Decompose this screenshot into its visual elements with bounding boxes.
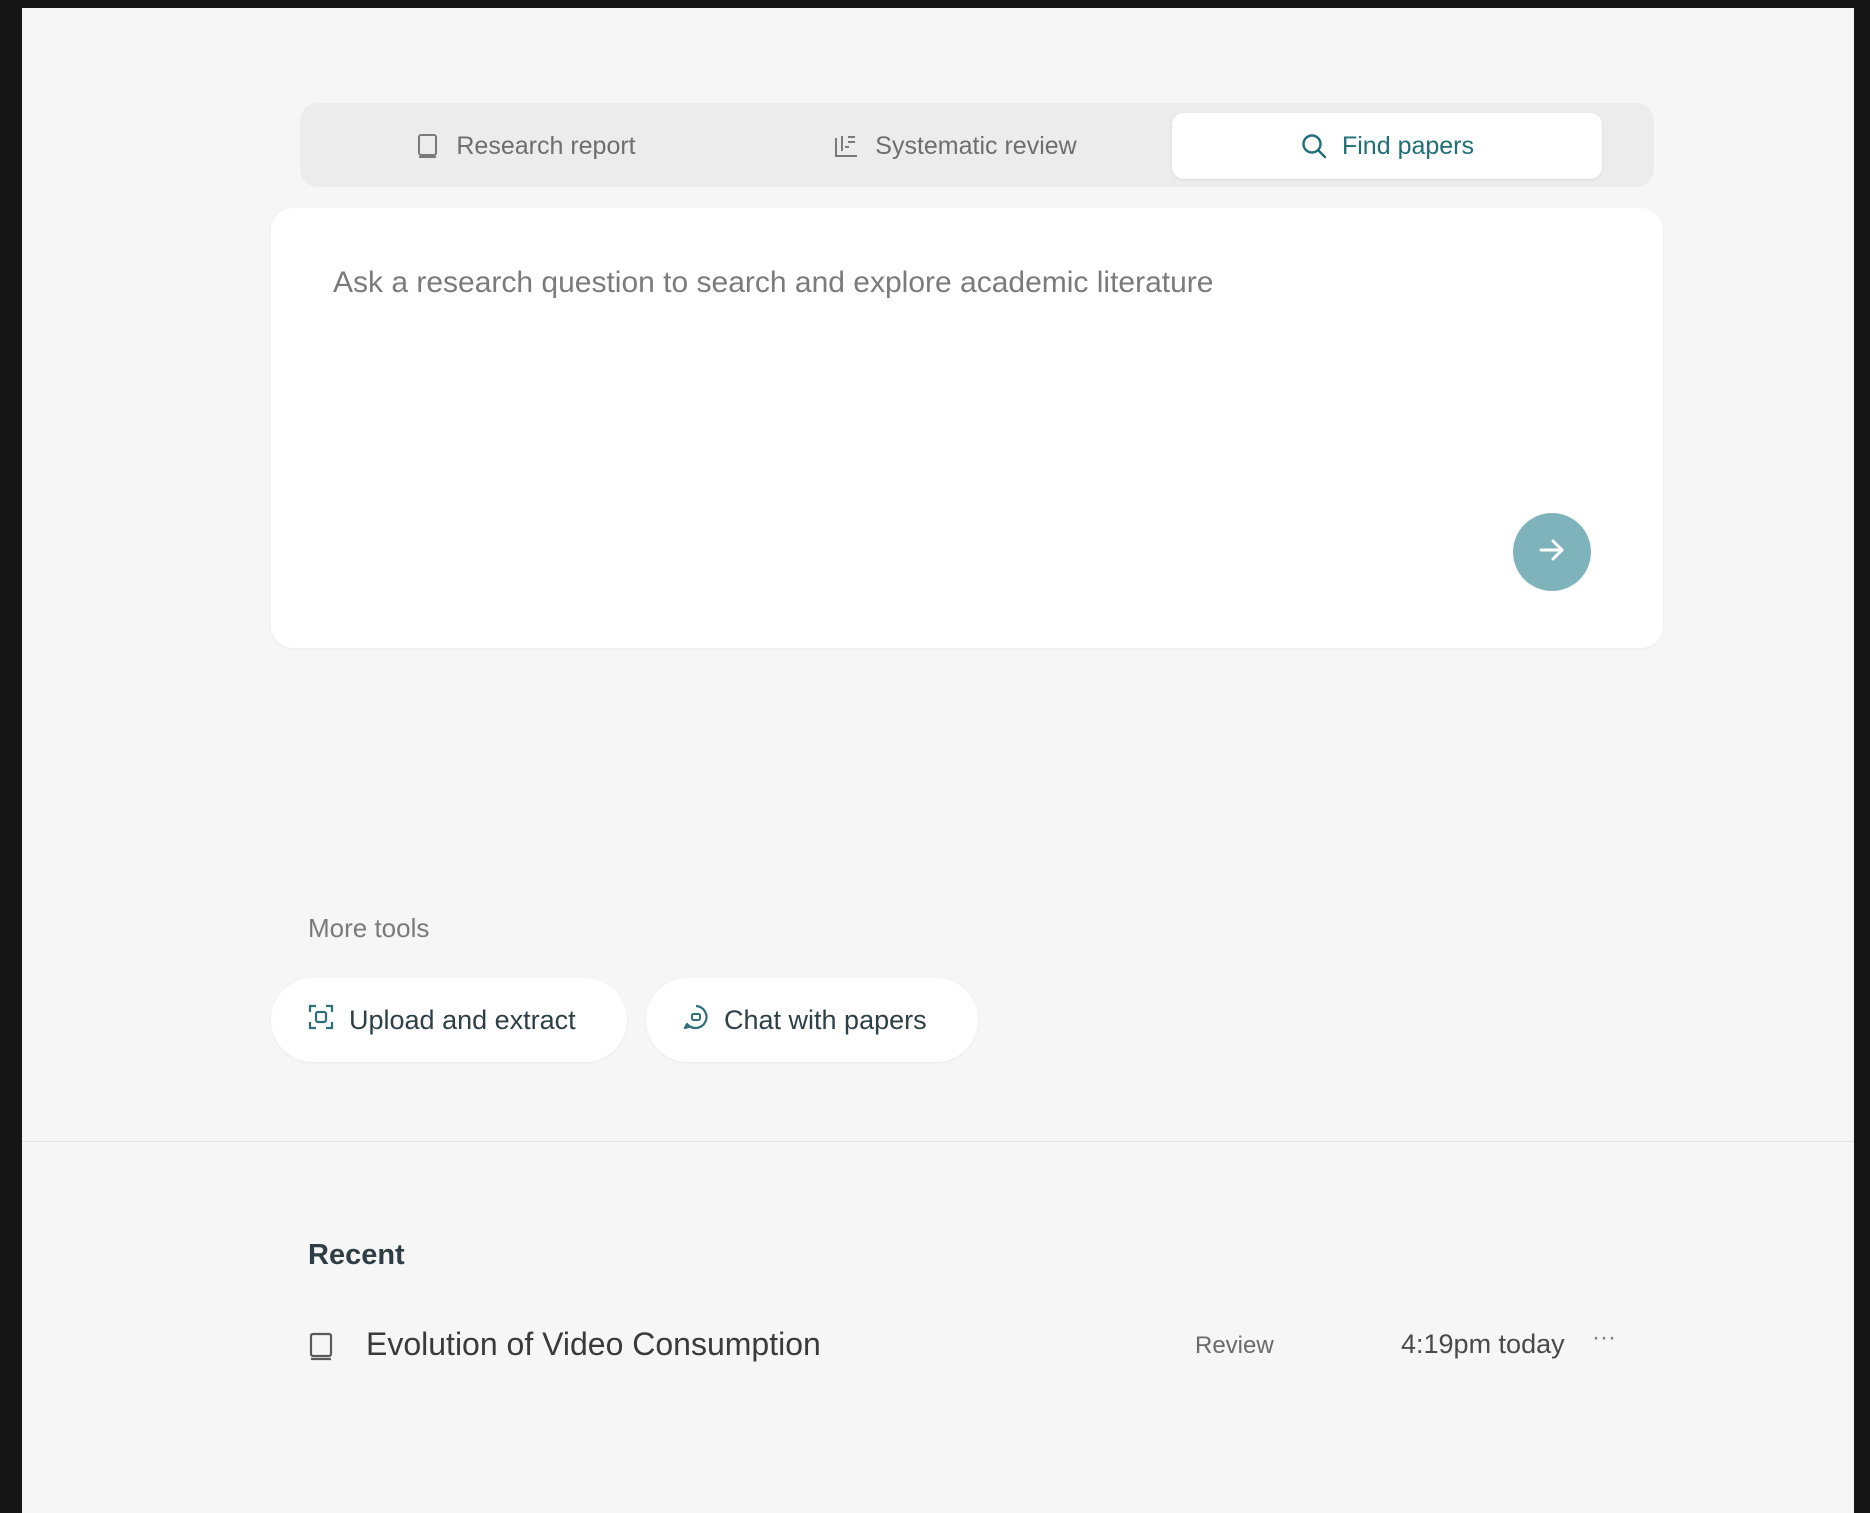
extract-icon — [307, 1003, 335, 1038]
recent-item-time: 4:19pm today — [1401, 1329, 1565, 1359]
mode-tabs: Research report Systematic review Find p… — [300, 103, 1654, 187]
tab-research-report[interactable]: Research report — [310, 113, 740, 179]
list-review-icon — [833, 132, 861, 160]
tab-label: Research report — [456, 131, 636, 160]
recent-heading: Recent — [308, 1239, 405, 1271]
notebook-icon — [414, 132, 442, 160]
tab-systematic-review[interactable]: Systematic review — [740, 113, 1170, 179]
section-divider — [22, 1141, 1854, 1142]
research-question-input[interactable] — [333, 266, 1593, 526]
arrow-right-icon — [1535, 533, 1569, 572]
tab-label: Find papers — [1341, 131, 1475, 160]
main-content: Research report Systematic review Find p… — [22, 8, 1854, 1513]
tab-find-papers[interactable]: Find papers — [1172, 113, 1602, 179]
more-options-icon[interactable]: ··· — [1584, 1324, 1624, 1356]
notebook-icon — [308, 1332, 336, 1361]
query-card — [271, 208, 1663, 648]
tool-label: Upload and extract — [349, 1004, 576, 1035]
recent-item-title: Evolution of Video Consumption — [366, 1326, 821, 1362]
app-window: Research report Systematic review Find p… — [22, 8, 1854, 1513]
more-tools-label: More tools — [308, 913, 430, 943]
recent-item[interactable]: Evolution of Video Consumption Review 4:… — [308, 1318, 1648, 1374]
chat-with-papers-button[interactable]: Chat with papers — [646, 978, 978, 1062]
tool-label: Chat with papers — [724, 1004, 927, 1035]
submit-button[interactable] — [1513, 513, 1591, 591]
upload-and-extract-button[interactable]: Upload and extract — [271, 978, 627, 1062]
recent-item-type: Review — [1195, 1332, 1274, 1359]
search-icon — [1300, 132, 1328, 160]
chat-icon — [682, 1003, 710, 1038]
tab-label: Systematic review — [875, 131, 1077, 160]
